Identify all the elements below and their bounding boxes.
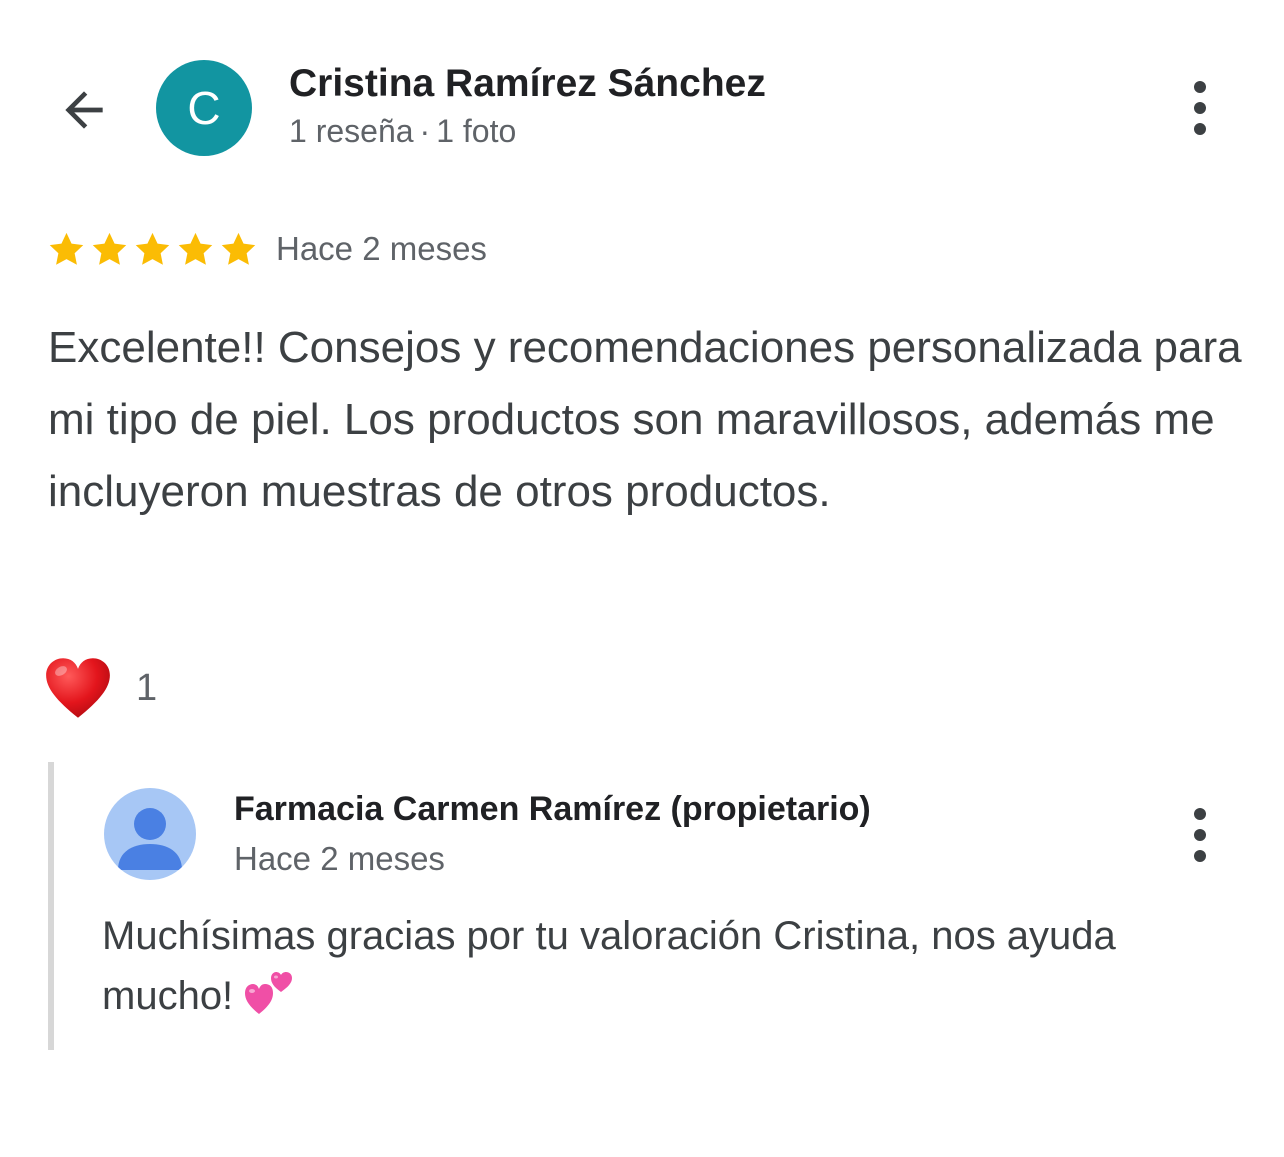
owner-avatar[interactable] [104,788,196,880]
reviewer-avatar[interactable]: C [156,60,252,156]
photos-count: 1 foto [436,113,517,149]
more-vert-icon [1194,808,1206,862]
reply-divider [48,762,54,1050]
more-vert-icon [1194,81,1206,135]
reaction-button[interactable]: 1 [44,655,157,721]
arrow-back-icon [65,91,103,129]
avatar-letter: C [187,82,221,134]
reaction-count: 1 [136,666,158,709]
owner-reply-text: Muchísimas gracias por tu valoración Cri… [102,906,1232,1026]
owner-name[interactable]: Farmacia Carmen Ramírez (propietario) [234,790,871,829]
reply-more-options-button[interactable] [1180,800,1220,870]
star-icon [178,232,213,265]
owner-reply-time: Hace 2 meses [234,840,445,877]
two-hearts-icon [245,972,293,1015]
reviewer-name[interactable]: Cristina Ramírez Sánchez [289,62,766,106]
star-icon [92,232,127,265]
red-heart-icon [46,658,110,718]
person-icon [118,808,182,870]
star-icon [221,232,256,265]
star-icon [135,232,170,265]
meta-separator: · [419,113,431,149]
back-button[interactable] [44,70,124,150]
star-rating [47,230,258,269]
review-text: Excelente!! Consejos y recomendaciones p… [48,323,1242,516]
review-time: Hace 2 meses [276,230,487,267]
reviews-count: 1 reseña [289,113,414,149]
star-icon [49,232,84,265]
reviewer-meta: 1 reseña · 1 foto [289,113,516,150]
more-options-button[interactable] [1180,73,1220,143]
